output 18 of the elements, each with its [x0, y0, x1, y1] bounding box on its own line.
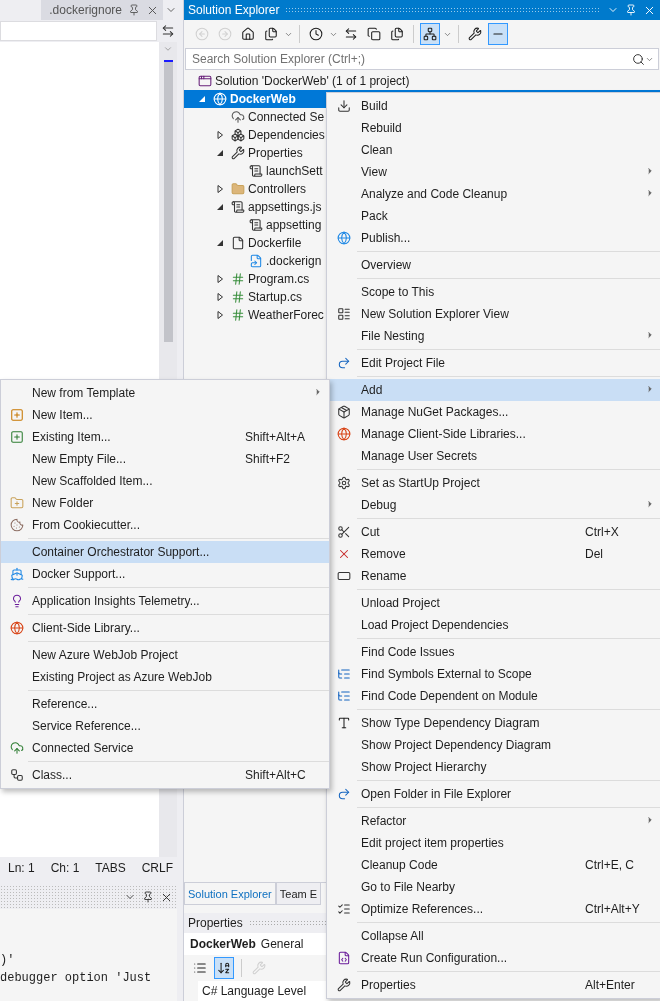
shortcut-text: Shift+Alt+A: [245, 430, 306, 444]
object-type: General: [260, 937, 304, 951]
shortcut-text: Shift+F2: [245, 452, 291, 466]
status-text: Ch: 1: [50, 861, 80, 875]
shortcut-text: Ctrl+E, C: [585, 858, 634, 872]
status-text: TABS: [95, 861, 126, 875]
shortcut-text: Shift+Alt+C: [245, 768, 306, 782]
output-line: )': [0, 952, 16, 969]
output-line: debugger option 'Just: [0, 970, 153, 987]
status-text: Ln: 1: [8, 861, 35, 875]
shortcut-text: Ctrl+Alt+Y: [585, 902, 640, 916]
object-name: DockerWeb: [190, 937, 256, 951]
shortcut-text: Del: [585, 547, 603, 561]
shortcut-text: Ctrl+X: [585, 525, 619, 539]
panel-title: Solution Explorer: [188, 3, 280, 17]
panel-title: Properties: [188, 916, 243, 930]
status-text: CRLF: [141, 861, 173, 875]
shortcut-text: Alt+Enter: [585, 978, 635, 992]
